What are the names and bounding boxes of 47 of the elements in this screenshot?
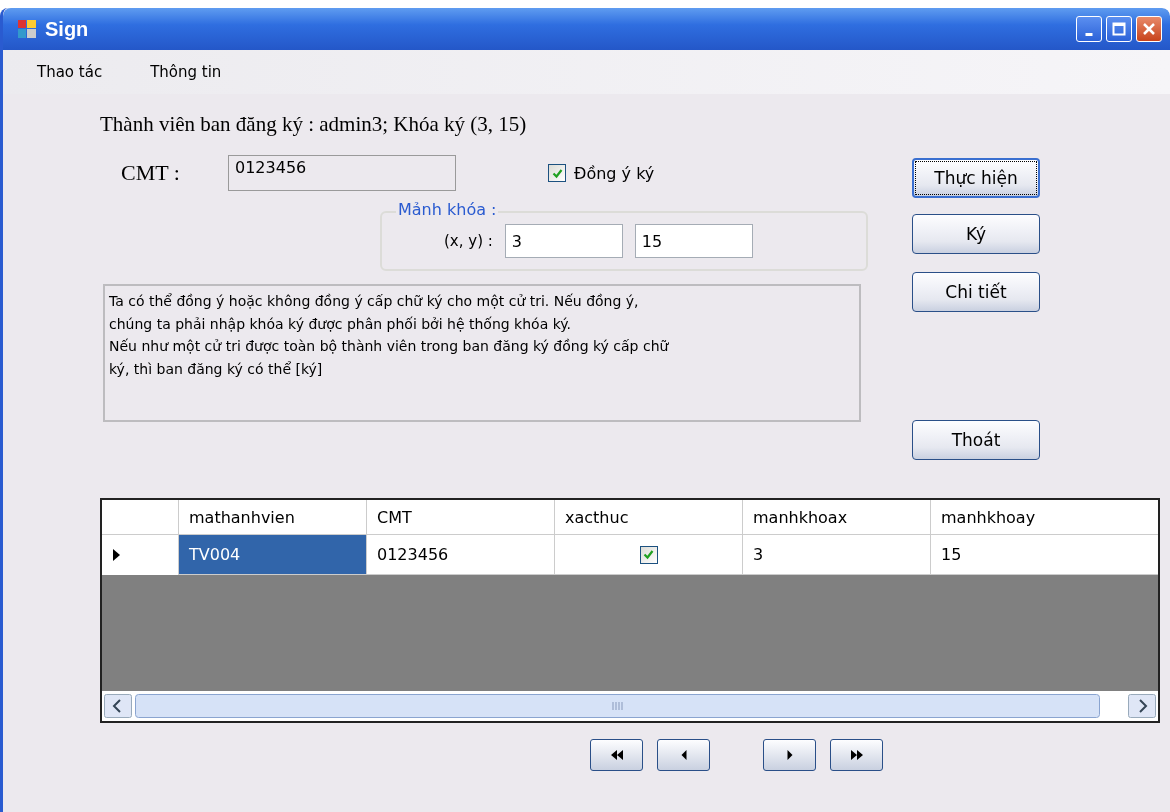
- cmt-label: CMT :: [121, 160, 181, 186]
- scroll-left-button[interactable]: [104, 694, 132, 718]
- maximize-icon: [1112, 22, 1126, 36]
- action-button[interactable]: Chi tiết: [912, 272, 1040, 312]
- cmt-field[interactable]: 0123456: [228, 155, 456, 191]
- column-header[interactable]: manhkhoay: [931, 500, 1158, 534]
- maximize-button[interactable]: [1106, 16, 1132, 42]
- column-header[interactable]: manhkhoax: [743, 500, 931, 534]
- window-title: Sign: [45, 17, 90, 41]
- checkbox[interactable]: [639, 545, 658, 564]
- last-arrow-icon: [850, 750, 863, 760]
- minimize-button[interactable]: [1076, 16, 1102, 42]
- first-arrow-icon: [610, 750, 623, 760]
- column-header[interactable]: mathanhvien: [179, 500, 367, 534]
- scroll-thumb[interactable]: [135, 694, 1100, 718]
- column-header[interactable]: CMT: [367, 500, 555, 534]
- x-field[interactable]: 3: [504, 224, 623, 258]
- checkbox[interactable]: [548, 164, 566, 182]
- horizontal-scrollbar[interactable]: [102, 691, 1158, 721]
- prev-record-button[interactable]: [657, 739, 710, 771]
- first-record-button[interactable]: [590, 739, 643, 771]
- table-cell[interactable]: TV004: [179, 535, 367, 575]
- action-button[interactable]: Thực hiện: [912, 158, 1040, 198]
- prev-arrow-icon: [680, 750, 687, 760]
- scroll-right-button[interactable]: [1128, 694, 1156, 718]
- menu-item[interactable]: Thông tin: [144, 61, 228, 83]
- action-button[interactable]: Thoát: [912, 420, 1040, 460]
- minimize-icon: [1085, 32, 1093, 36]
- close-button[interactable]: [1136, 16, 1162, 42]
- check-icon: [551, 167, 563, 179]
- agree-label: Đồng ý ký: [574, 163, 655, 183]
- next-arrow-icon: [786, 750, 793, 760]
- table-cell[interactable]: 3: [743, 535, 931, 575]
- y-field[interactable]: 15: [634, 224, 753, 258]
- table-cell[interactable]: 0123456: [367, 535, 555, 575]
- description-text: Ta có thể đồng ý hoặc không đồng ý cấp chữ ký cho một cử tri. Nếu đồng ý, chúng ta phải nhập khóa ký được phân phối bởi hệ thống khóa ký. Nếu như một cử tri được toàn bộ thành viên trong ban đăng ký đồng ký cấp chữ ký, thì ban đăng ký có thể [ký]: [103, 284, 861, 422]
- column-header[interactable]: xacthuc: [555, 500, 743, 534]
- check-icon: [643, 549, 654, 560]
- last-record-button[interactable]: [830, 739, 883, 771]
- close-icon: [1142, 22, 1156, 36]
- next-record-button[interactable]: [763, 739, 816, 771]
- menu-item[interactable]: Thao tác: [31, 61, 109, 83]
- action-button[interactable]: Ký: [912, 214, 1040, 254]
- header-text: Thành viên ban đăng ký : admin3; Khóa ký (3, 15): [100, 112, 528, 137]
- table-cell[interactable]: 15: [931, 535, 1158, 575]
- app-icon: [17, 19, 37, 39]
- xy-label: (x, y) :: [444, 232, 493, 250]
